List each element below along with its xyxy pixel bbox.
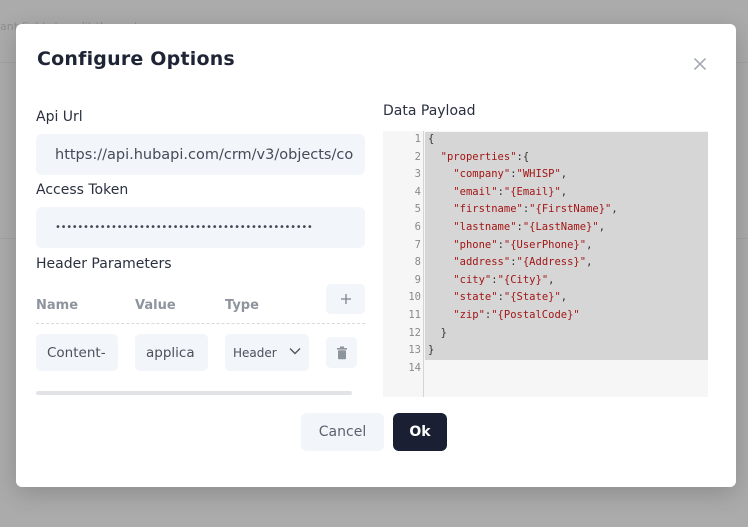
json-string: "city" — [453, 273, 492, 286]
access-token-input[interactable]: ••••••••••••••••••••••••••••••••••••••••… — [36, 207, 365, 248]
json-string: "{UserPhone}" — [503, 238, 587, 251]
data-payload-editor[interactable]: 1 2 3 4 5 6 7 8 9 10 11 12 13 14{ "properties":{ "com… — [383, 131, 708, 397]
api-url-label: Api Url — [36, 109, 83, 125]
code-line: { — [428, 133, 434, 145]
json-string: "email" — [453, 185, 498, 198]
code-line: "company":"WHISP", — [428, 168, 567, 180]
json-punctuation — [428, 291, 453, 303]
column-name: Name — [36, 298, 79, 313]
header-type-select[interactable]: Header — [225, 334, 309, 371]
line-number: 12 — [408, 326, 421, 339]
json-string: "{LastName}" — [522, 221, 599, 233]
json-punctuation: :{ — [516, 150, 530, 163]
json-string: "{PostalCode}" — [491, 309, 580, 321]
line-number: 2 — [414, 150, 421, 163]
line-number: 10 — [408, 291, 421, 304]
json-string: "{State}" — [503, 291, 561, 304]
code-line: "lastname":"{LastName}", — [428, 221, 605, 233]
line-number: 11 — [408, 309, 421, 321]
json-string: "{FirstName}" — [529, 203, 612, 216]
chevron-down-icon — [289, 348, 301, 355]
api-url-input[interactable]: https://api.hubapi.com/crm/v3/objects/co — [36, 134, 365, 175]
line-number: 4 — [414, 185, 421, 198]
json-punctuation — [428, 239, 453, 251]
line-number: 1 — [414, 133, 421, 145]
json-string: "zip" — [453, 309, 485, 321]
json-string: "address" — [453, 256, 511, 269]
code-line: "firstname":"{FirstName}", — [428, 203, 618, 216]
line-number: 9 — [414, 273, 421, 286]
header-name-value: Content- — [47, 344, 106, 361]
code-line: "zip":"{PostalCode}" — [428, 309, 580, 321]
json-punctuation: , — [586, 256, 593, 269]
json-punctuation: } — [428, 326, 447, 339]
ok-button[interactable]: Ok — [393, 413, 447, 451]
close-button[interactable] — [688, 52, 712, 76]
configure-options-modal: Configure Options Api Url https://api.hu… — [16, 24, 736, 487]
json-string: "{Email}" — [503, 185, 561, 198]
json-punctuation: , — [560, 291, 568, 304]
json-punctuation: , — [548, 273, 555, 286]
json-string: "WHISP" — [516, 168, 561, 181]
json-punctuation — [428, 168, 453, 180]
json-punctuation — [428, 256, 453, 268]
json-string: "{City}" — [497, 273, 549, 286]
code-line: "address":"{Address}", — [428, 256, 592, 268]
json-string: "phone" — [453, 238, 498, 251]
json-punctuation: { — [428, 133, 435, 145]
json-punctuation — [428, 186, 453, 198]
data-payload-label: Data Payload — [383, 103, 476, 119]
json-punctuation — [428, 203, 453, 215]
code-line: } — [428, 327, 447, 339]
json-punctuation: , — [560, 168, 568, 181]
json-punctuation: , — [598, 221, 606, 233]
access-token-label: Access Token — [36, 182, 129, 198]
header-parameters-label: Header Parameters — [36, 256, 172, 272]
header-value-value: applica — [146, 344, 195, 361]
horizontal-scrollbar[interactable] — [36, 391, 352, 395]
json-punctuation — [428, 274, 453, 286]
json-punctuation: , — [560, 185, 568, 198]
json-string: "company" — [453, 168, 511, 181]
column-value: Value — [135, 298, 176, 313]
line-number: 13 — [408, 344, 421, 357]
column-type: Type — [225, 298, 259, 313]
line-number: 7 — [414, 238, 421, 251]
json-string: "properties" — [440, 150, 517, 163]
code-line: } — [428, 344, 434, 356]
json-punctuation — [428, 151, 441, 163]
json-punctuation: , — [586, 238, 593, 251]
trash-icon — [336, 346, 347, 359]
code-line: "properties":{ — [428, 150, 530, 163]
modal-title: Configure Options — [37, 48, 235, 70]
header-name-input[interactable]: Content- — [36, 334, 118, 371]
json-punctuation — [428, 309, 453, 321]
header-type-value: Header — [233, 345, 277, 360]
header-divider — [36, 323, 365, 324]
line-number: 5 — [414, 203, 421, 216]
json-punctuation: , — [611, 203, 618, 216]
line-number: 3 — [414, 168, 421, 181]
api-url-value: https://api.hubapi.com/crm/v3/objects/co — [55, 146, 354, 163]
line-number: 6 — [414, 221, 421, 233]
line-number: 8 — [414, 256, 421, 269]
cancel-button[interactable]: Cancel — [301, 413, 384, 451]
header-value-input[interactable]: applica — [135, 334, 208, 371]
json-string: "firstname" — [453, 203, 523, 216]
json-string: "state" — [453, 291, 498, 304]
access-token-value: ••••••••••••••••••••••••••••••••••••••••… — [55, 222, 313, 233]
code-line: "phone":"{UserPhone}", — [428, 239, 592, 251]
delete-header-button[interactable] — [326, 337, 357, 368]
close-icon — [694, 58, 706, 70]
add-header-button[interactable] — [326, 284, 365, 314]
code-line: "email":"{Email}", — [428, 186, 567, 198]
json-punctuation: } — [428, 344, 435, 357]
json-punctuation — [428, 221, 453, 233]
code-line: "state":"{State}", — [428, 291, 567, 303]
plus-icon — [340, 294, 351, 304]
code-line: "city":"{City}", — [428, 274, 554, 286]
json-string: "{Address}" — [516, 256, 587, 269]
line-number: 14 — [408, 361, 421, 374]
json-string: "lastname" — [453, 221, 517, 233]
